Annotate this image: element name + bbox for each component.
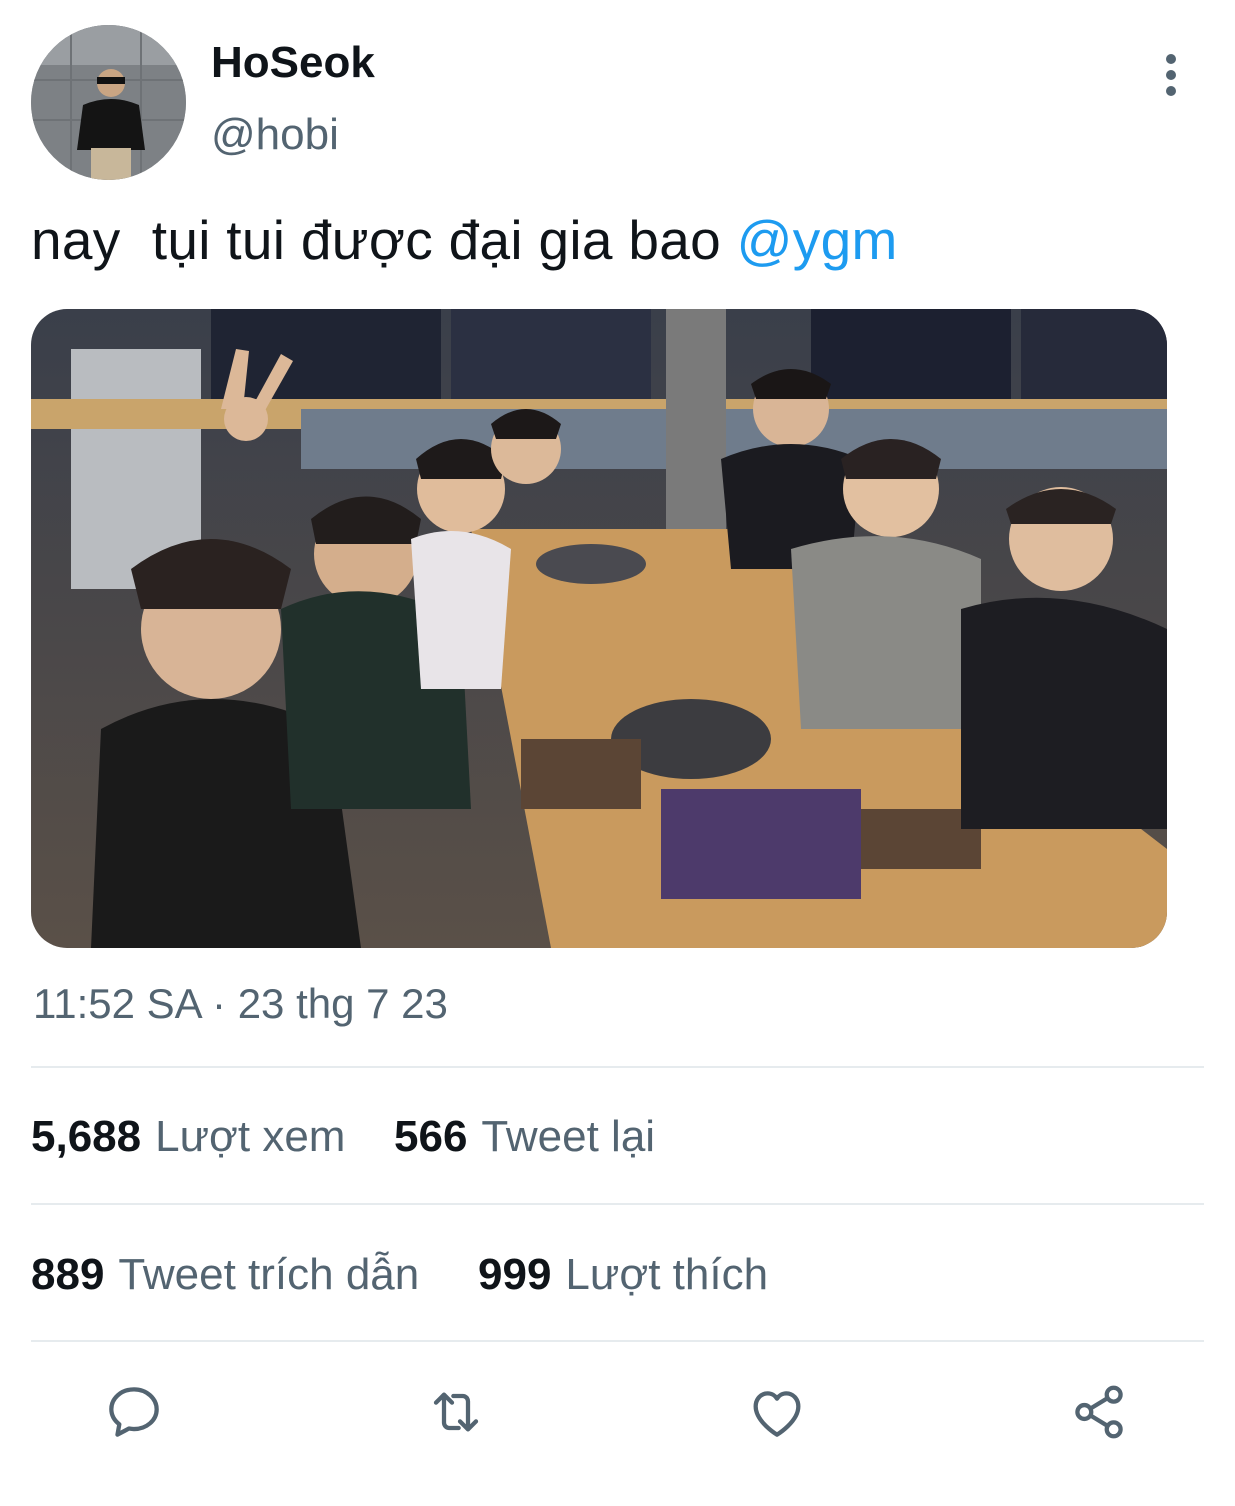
quotes-stat[interactable]: 889 Tweet trích dẫn [31, 1250, 419, 1300]
divider [31, 1340, 1204, 1342]
more-vertical-icon [1166, 54, 1176, 96]
display-name[interactable]: HoSeok [211, 38, 375, 88]
reply-icon [109, 1387, 159, 1437]
tweet-timestamp[interactable]: 11:52 SA · 23 thg 7 23 [33, 980, 448, 1028]
share-button[interactable] [1067, 1380, 1131, 1444]
avatar-image [31, 25, 186, 180]
tweet-text: nay tụi tui được đại gia bao @ygm [31, 208, 898, 272]
like-button[interactable] [745, 1380, 809, 1444]
views-count: 5,688 [31, 1112, 142, 1161]
retweet-button[interactable] [424, 1380, 488, 1444]
share-icon [1075, 1385, 1123, 1439]
divider [31, 1203, 1204, 1205]
mention-link[interactable]: @ygm [737, 209, 898, 271]
avatar[interactable] [31, 25, 186, 180]
quotes-count: 889 [31, 1250, 105, 1299]
heart-icon [753, 1391, 801, 1437]
retweets-count: 566 [394, 1112, 468, 1161]
likes-label: Lượt thích [565, 1250, 769, 1299]
user-handle[interactable]: @hobi [211, 110, 339, 160]
retweets-label: Tweet lại [481, 1112, 656, 1161]
retweets-stat[interactable]: 566 Tweet lại [394, 1112, 655, 1162]
reply-button[interactable] [102, 1380, 166, 1444]
tweet-photo[interactable] [31, 309, 1167, 948]
quotes-label: Tweet trích dẫn [118, 1250, 420, 1299]
divider [31, 1066, 1204, 1068]
views-label: Lượt xem [155, 1112, 346, 1161]
more-options-button[interactable] [1148, 48, 1194, 104]
likes-stat[interactable]: 999 Lượt thích [478, 1250, 768, 1300]
likes-count: 999 [478, 1250, 552, 1299]
tweet-text-body: nay tụi tui được đại gia bao [31, 209, 737, 271]
photo-image [31, 309, 1167, 948]
retweet-icon [433, 1392, 479, 1432]
views-stat: 5,688 Lượt xem [31, 1112, 345, 1162]
